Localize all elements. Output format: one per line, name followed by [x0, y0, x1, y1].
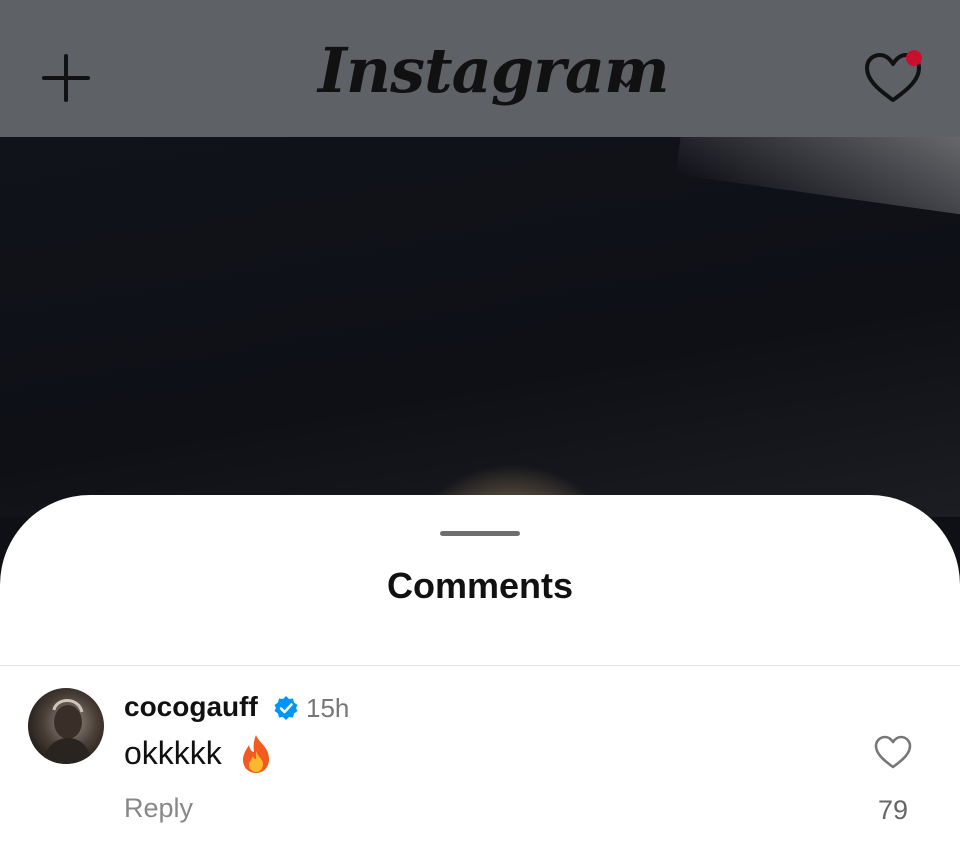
heart-icon[interactable] [862, 48, 924, 106]
chevron-down-icon[interactable] [612, 70, 640, 92]
heart-icon[interactable] [872, 733, 914, 771]
divider [0, 665, 960, 666]
notification-dot [906, 50, 922, 66]
sheet-grabber[interactable] [440, 531, 520, 536]
comments-sheet: Comments cocogauff 15h okkkkk Reply 79 [0, 495, 960, 855]
avatar[interactable] [28, 688, 104, 764]
like-count: 79 [877, 795, 909, 825]
post-photo [0, 137, 960, 517]
top-bar: Instagram [0, 0, 960, 137]
reply-button[interactable]: Reply [124, 793, 193, 824]
verified-badge-icon [274, 696, 298, 720]
fire-icon [243, 735, 269, 773]
comment-time: 15h [306, 693, 350, 723]
comment-text: okkkkk [124, 735, 222, 771]
plus-icon[interactable] [38, 50, 94, 106]
comment-username[interactable]: cocogauff [124, 691, 258, 723]
sheet-title: Comments [386, 565, 574, 606]
